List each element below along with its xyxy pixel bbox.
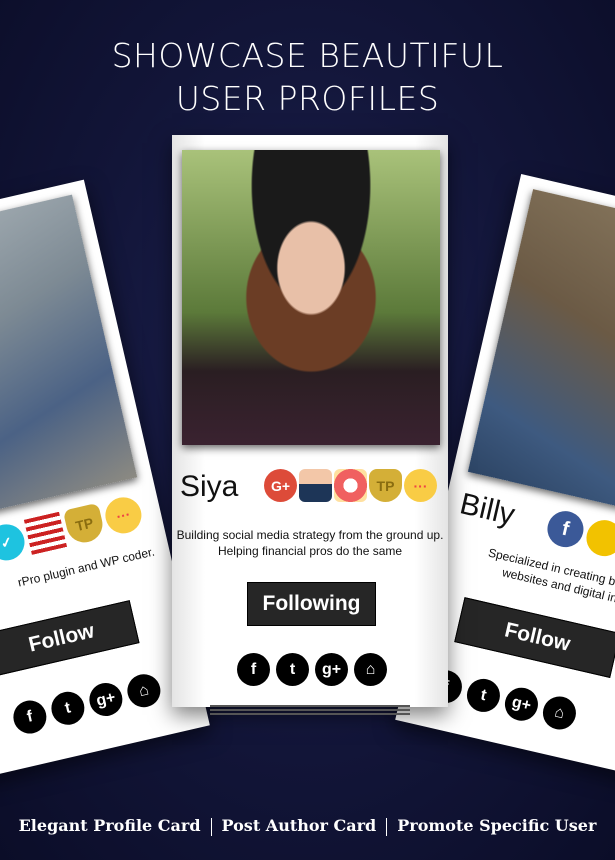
feature-item: Elegant Profile Card: [18, 816, 201, 835]
home-icon[interactable]: ⌂: [539, 693, 580, 733]
home-icon[interactable]: ⌂: [124, 670, 164, 711]
social-links: f t g+ ⌂: [10, 670, 164, 737]
twitter-icon[interactable]: t: [48, 688, 88, 729]
google-plus-icon: G+: [264, 469, 297, 502]
follow-button[interactable]: Follow: [0, 600, 140, 677]
headline: SHOWCASE BEAUTIFUL USER PROFILES: [111, 36, 504, 118]
profile-photo: [182, 150, 440, 445]
badges: f: [543, 507, 615, 560]
verified-icon: ✓: [0, 520, 29, 564]
home-icon[interactable]: ⌂: [354, 653, 387, 686]
profile-name: Billy: [456, 487, 518, 532]
facebook-icon: f: [543, 507, 588, 551]
facebook-icon[interactable]: f: [237, 653, 270, 686]
badges: G+ TP ···: [264, 469, 437, 502]
google-plus-icon[interactable]: g+: [315, 653, 348, 686]
profile-bio: Building social media strategy from the …: [176, 528, 444, 558]
social-links: f t g+ ⌂: [237, 653, 387, 686]
divider: [386, 817, 388, 836]
feature-list: Elegant Profile Card Post Author Card Prom…: [0, 816, 615, 836]
divider: [210, 817, 212, 836]
follow-button[interactable]: Follow: [454, 597, 615, 678]
businessman-icon: [299, 469, 332, 502]
twitter-icon[interactable]: t: [463, 675, 504, 716]
us-flag-icon: [23, 511, 68, 555]
following-button[interactable]: Following: [247, 582, 376, 626]
card-stack-edge: [210, 709, 410, 711]
profile-photo: [467, 189, 615, 522]
feature-item: Promote Specific User: [397, 816, 597, 835]
lifebuoy-icon: [334, 469, 367, 502]
card-stack-edge: [210, 705, 410, 707]
google-plus-icon[interactable]: g+: [501, 684, 542, 724]
chat-bubble-icon: ···: [404, 469, 437, 502]
facebook-icon[interactable]: f: [10, 697, 50, 737]
twitter-icon[interactable]: t: [276, 653, 309, 686]
tp-shield-icon: TP: [369, 469, 402, 502]
card-stack-edge: [210, 713, 410, 715]
social-links: f t g+ ⌂: [425, 666, 580, 733]
profile-name: Siya: [180, 470, 239, 503]
chat-bubble-icon: ···: [101, 493, 145, 537]
google-plus-icon[interactable]: g+: [86, 679, 126, 720]
medal-icon: [582, 516, 615, 560]
profile-card-center: Siya G+ TP ··· Building social media str…: [172, 135, 448, 707]
profile-photo: [0, 194, 138, 526]
feature-item: Post Author Card: [221, 816, 377, 835]
tp-shield-icon: TP: [62, 502, 107, 546]
